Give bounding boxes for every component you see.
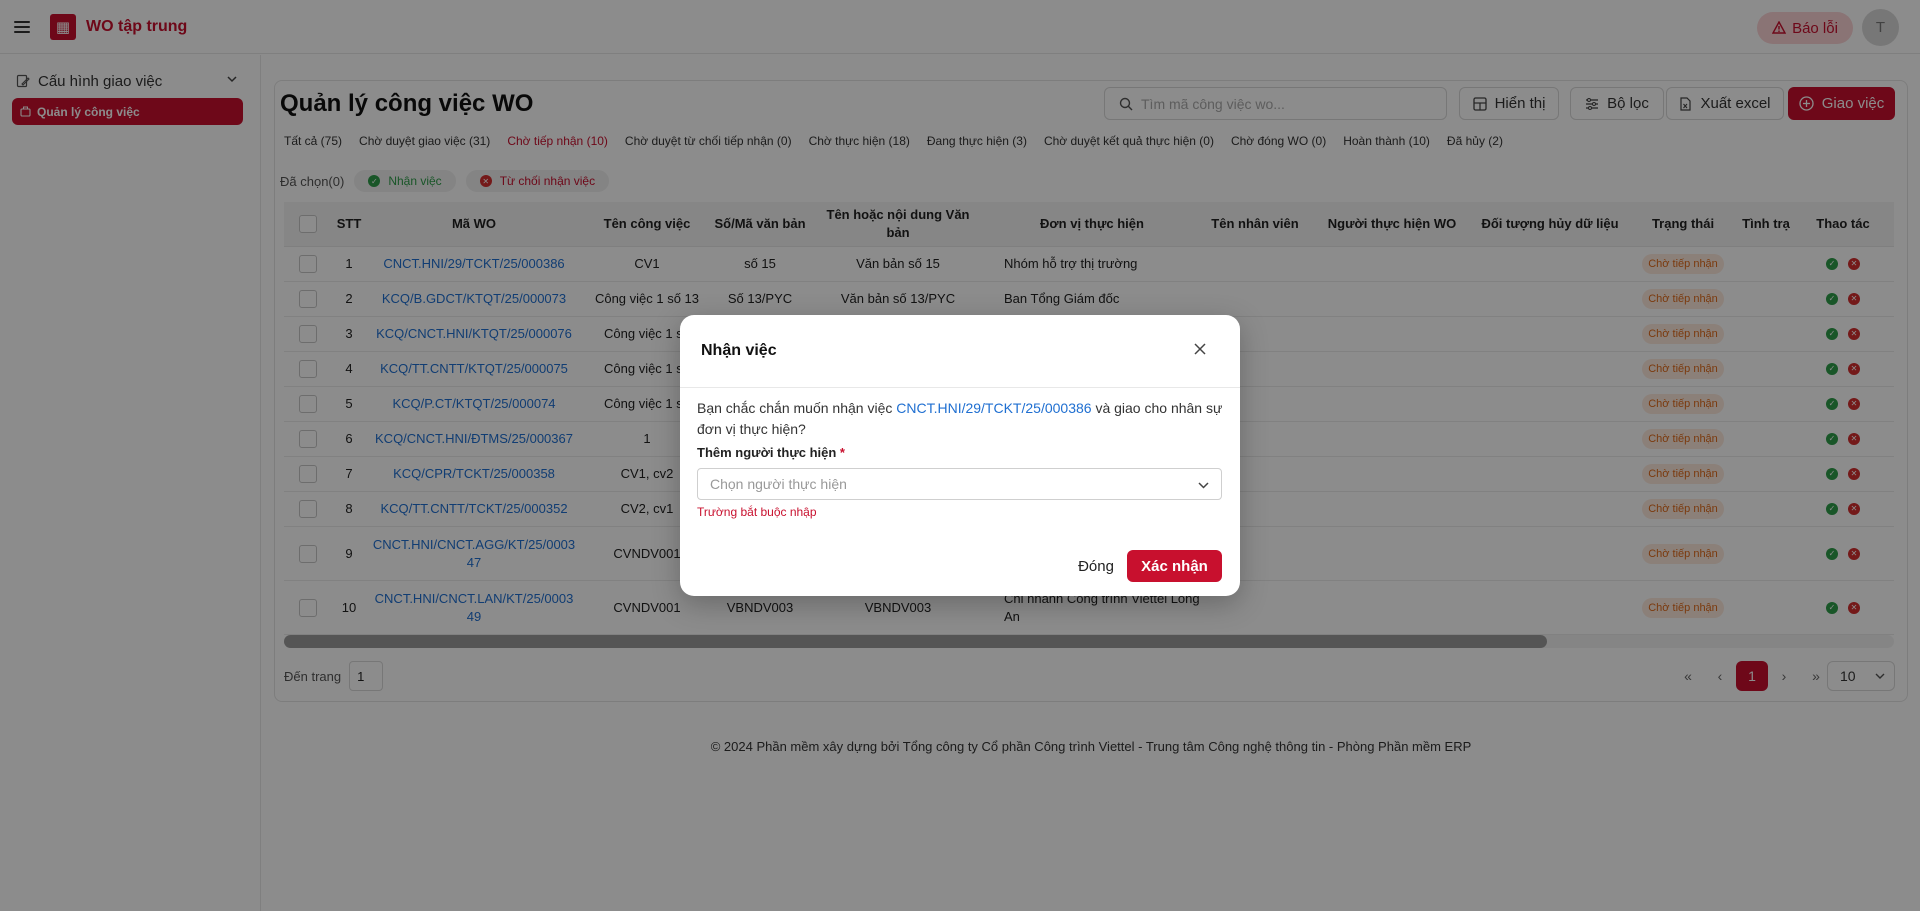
assignee-label-text: Thêm người thực hiện xyxy=(697,445,837,460)
assignee-placeholder: Chọn người thực hiện xyxy=(710,476,847,492)
assignee-select[interactable]: Chọn người thực hiện xyxy=(697,468,1222,500)
chevron-down-icon xyxy=(1198,482,1209,489)
modal-message: Bạn chắc chắn muốn nhận việc CNCT.HNI/29… xyxy=(697,398,1227,440)
modal-wo-code: CNCT.HNI/29/TCKT/25/000386 xyxy=(896,400,1092,416)
close-icon[interactable] xyxy=(1190,339,1210,359)
accept-work-modal: Nhận việc Bạn chắc chắn muốn nhận việc C… xyxy=(680,315,1240,596)
modal-message-prefix: Bạn chắc chắn muốn nhận việc xyxy=(697,400,897,416)
modal-close-button[interactable]: Đóng xyxy=(1066,550,1126,582)
modal-confirm-button[interactable]: Xác nhận xyxy=(1127,550,1222,582)
assignee-error: Trường bắt buộc nhập xyxy=(697,505,817,519)
required-mark: * xyxy=(839,445,845,460)
modal-title: Nhận việc xyxy=(701,342,777,359)
assignee-field-label: Thêm người thực hiện * xyxy=(697,445,845,460)
modal-divider xyxy=(680,387,1240,388)
